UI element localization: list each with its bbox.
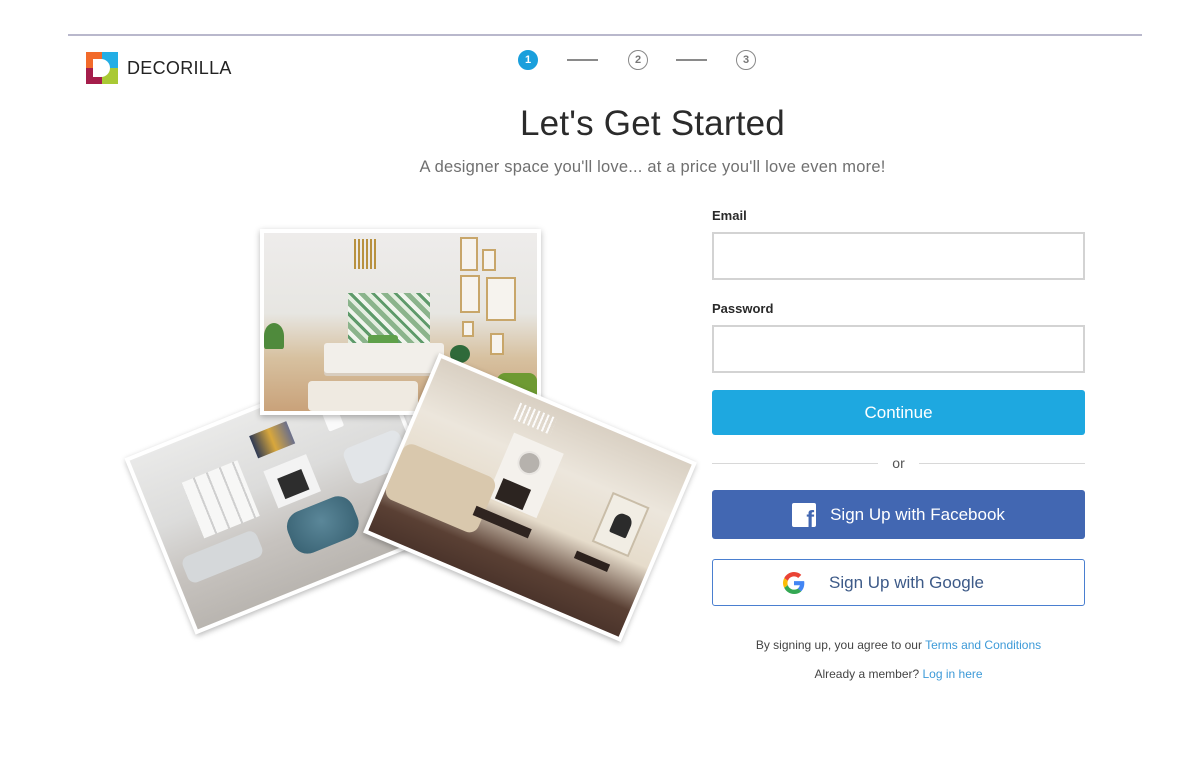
email-label: Email — [712, 208, 747, 223]
step-2-indicator: 2 — [628, 50, 648, 70]
login-link[interactable]: Log in here — [923, 667, 983, 681]
password-label: Password — [712, 301, 774, 316]
password-field[interactable] — [712, 325, 1085, 373]
page-subtitle: A designer space you'll love... at a pri… — [419, 158, 886, 176]
google-icon — [783, 571, 805, 594]
signup-form: Email Password Continue or f Sign Up wit… — [712, 208, 1086, 681]
google-signup-label: Sign Up with Google — [829, 572, 984, 592]
step-1-indicator: 1 — [518, 50, 538, 70]
top-divider — [68, 34, 1142, 36]
step-connector — [567, 59, 598, 61]
brand-logo[interactable]: DECORILLA — [86, 52, 232, 84]
google-signup-button[interactable]: Sign Up with Google — [712, 559, 1085, 606]
step-3-indicator: 3 — [736, 50, 756, 70]
progress-stepper: 1 2 3 — [518, 50, 756, 70]
facebook-icon: f — [792, 502, 817, 527]
step-connector — [676, 59, 707, 61]
facebook-signup-button[interactable]: f Sign Up with Facebook — [712, 490, 1085, 539]
terms-notice: By signing up, you agree to our Terms an… — [755, 638, 1042, 652]
page-title: Let's Get Started — [520, 104, 785, 143]
brand-name: DECORILLA — [127, 57, 232, 78]
terms-link[interactable]: Terms and Conditions — [925, 638, 1041, 652]
facebook-signup-label: Sign Up with Facebook — [830, 504, 1005, 524]
continue-button[interactable]: Continue — [712, 390, 1085, 435]
or-text: or — [892, 455, 905, 471]
decorilla-logo-icon — [86, 52, 118, 84]
or-divider: or — [712, 455, 1086, 471]
login-prompt: Already a member? Log in here — [814, 667, 983, 681]
email-field[interactable] — [712, 232, 1085, 280]
